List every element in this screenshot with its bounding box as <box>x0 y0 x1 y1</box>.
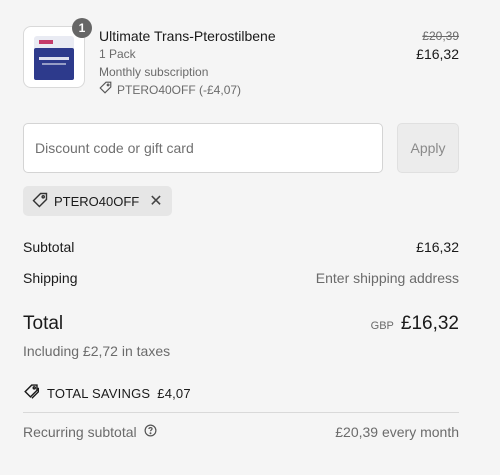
applied-discount-chip: PTERO40OFF ✕ <box>23 186 172 216</box>
savings-value: £4,07 <box>157 385 191 401</box>
total-label: Total <box>23 313 64 334</box>
tag-icon <box>32 192 48 211</box>
product-subscription: Monthly subscription <box>99 65 209 79</box>
recurring-row: Recurring subtotal £20,39 every month <box>23 424 459 440</box>
discounted-price: £16,32 <box>416 46 459 62</box>
apply-button[interactable]: Apply <box>397 123 459 173</box>
shipping-row: Shipping Enter shipping address <box>23 270 459 286</box>
close-icon[interactable]: ✕ <box>149 191 162 211</box>
subtotal-row: Subtotal £16,32 <box>23 239 459 255</box>
product-line-item: 1 Ultimate Trans-Pterostilbene 1 Pack Mo… <box>23 18 459 100</box>
tags-icon <box>23 383 40 403</box>
discount-code-input[interactable] <box>23 123 383 173</box>
total-savings: TOTAL SAVINGS £4,07 <box>23 383 191 403</box>
product-pack: 1 Pack <box>99 47 136 61</box>
subtotal-label: Subtotal <box>23 239 75 255</box>
shipping-value: Enter shipping address <box>315 270 459 286</box>
discount-form: Apply <box>23 123 459 173</box>
recurring-label: Recurring subtotal <box>23 424 137 440</box>
quantity-badge: 1 <box>72 18 92 38</box>
product-discount-text: PTERO40OFF (-£4,07) <box>117 83 242 97</box>
applied-code: PTERO40OFF <box>54 193 140 209</box>
total-value: £16,32 <box>400 313 459 334</box>
currency-code: GBP <box>370 320 394 332</box>
original-price: £20,39 <box>422 29 459 43</box>
info-icon[interactable] <box>144 424 157 440</box>
subtotal-value: £16,32 <box>416 239 459 255</box>
total-row: Total GBP £16,32 <box>23 313 459 335</box>
savings-label: TOTAL SAVINGS <box>47 385 151 401</box>
shipping-label: Shipping <box>23 270 78 286</box>
tag-icon <box>99 81 112 99</box>
divider <box>23 412 459 413</box>
product-discount: PTERO40OFF (-£4,07) <box>99 81 349 99</box>
recurring-value: £20,39 every month <box>335 424 459 440</box>
taxes-note: Including £2,72 in taxes <box>23 343 171 359</box>
product-name: Ultimate Trans-Pterostilbene <box>99 28 276 44</box>
